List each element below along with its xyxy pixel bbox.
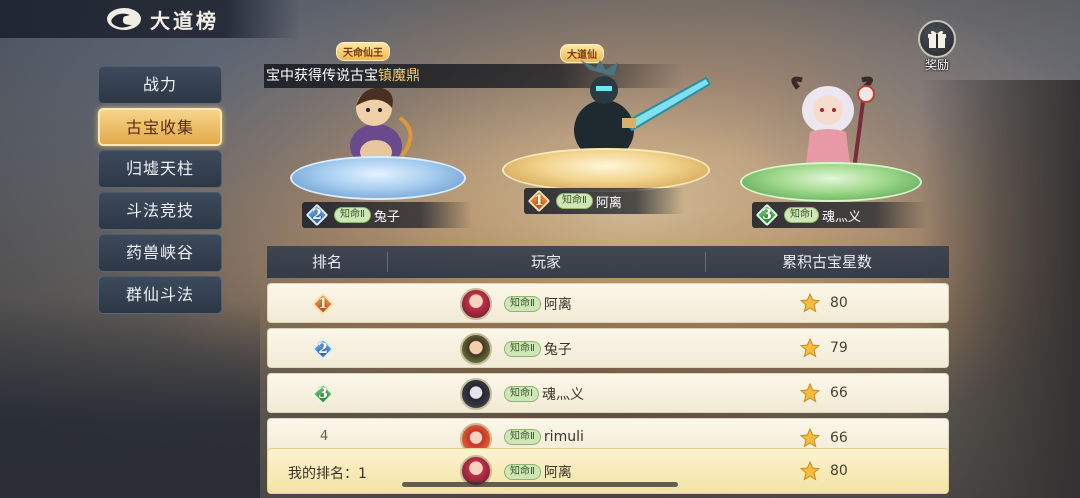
reward-button[interactable]: 奖励 [914,20,960,72]
sidebar-item-immortal-duel[interactable]: 群仙斗法 [98,276,222,314]
rank-badge: 2 [311,337,335,361]
player-name: 阿离 [543,465,572,481]
podium-first[interactable]: 大道仙 [500,10,712,200]
back-button[interactable] [104,5,144,33]
player-cell: 知命Ⅱ rimuli [504,429,584,445]
podium-nameplate-first: 1 知命Ⅱ 阿离 [524,188,684,214]
sidebar-item-treasure-collection[interactable]: 古宝收集 [98,108,222,146]
realm-tag: 知命Ⅱ [504,429,541,445]
avatar [460,378,492,410]
avatar [460,333,492,365]
star-icon [800,338,820,358]
table-row[interactable]: 1 知命Ⅱ 阿离 80 [267,283,949,323]
star-icon [800,383,820,403]
player-cell: 知命Ⅱ 兔子 [504,339,572,359]
player-cell: 知命Ⅱ 阿离 [504,294,572,314]
realm-tag: 知命Ⅱ [334,207,371,223]
player-name: 魂灬义 [821,209,861,225]
realm-tag: 知命Ⅱ [504,341,541,357]
sidebar-item-guixu-pillar[interactable]: 归墟天柱 [98,150,222,188]
ranking-table-header: 排名 玩家 累积古宝星数 [267,246,949,278]
my-rank-label: 我的排名：1 [288,466,367,482]
sidebar-item-duel-arena[interactable]: 斗法竞技 [98,192,222,230]
player-name: 兔子 [373,209,400,225]
podium-third[interactable] [738,70,924,210]
rank-number: 4 [320,429,329,444]
player-cell: 知命Ⅰ 魂灬义 [504,384,584,404]
page-title: 大道榜 [150,9,219,33]
realm-tag: 知命Ⅰ [784,207,819,223]
realm-tag: 知命Ⅰ [504,386,539,402]
player-name: 兔子 [543,342,572,358]
header-bar: 大道榜 [0,0,300,38]
podium-plate-first [502,148,710,192]
rank-badge: 3 [311,382,335,406]
realm-tag: 知命Ⅱ [556,193,593,209]
avatar [460,288,492,320]
my-rank-value: 1 [358,466,367,482]
podium-second[interactable]: 天命仙王 [288,28,468,228]
table-row[interactable]: 2 知命Ⅱ 兔子 79 [267,328,949,368]
rank-badge: 1 [311,292,335,316]
score-value: 79 [830,340,848,356]
player-cell: 知命Ⅱ 阿离 [504,462,572,482]
player-name: rimuli [543,429,584,445]
rank-badge-second: 2 [305,203,329,227]
header-rank: 排名 [311,253,342,271]
player-name: 阿离 [543,297,572,313]
sidebar: 战力 古宝收集 归墟天柱 斗法竞技 药兽峡谷 群仙斗法 [98,66,222,318]
star-icon [800,293,820,313]
my-rank-bar: 我的排名：1 知命Ⅱ 阿离 80 [267,448,949,494]
sidebar-item-power[interactable]: 战力 [98,66,222,104]
home-indicator[interactable] [402,482,678,487]
podium-plate-second [290,156,466,200]
header-score: 累积古宝星数 [781,253,872,271]
podium-nameplate-third: 3 知命Ⅰ 魂灬义 [752,202,928,228]
star-icon [800,461,820,481]
score-value: 66 [830,385,848,401]
realm-tag: 知命Ⅱ [504,296,541,312]
header-player: 玩家 [530,253,561,271]
gift-icon [918,20,956,58]
player-name: 魂灬义 [541,387,584,403]
rank-badge-third: 3 [755,203,779,227]
score-value: 66 [830,430,848,446]
player-name: 阿离 [595,195,622,211]
realm-tag: 知命Ⅱ [504,464,541,480]
background-rock-left [0,300,260,498]
star-icon [800,428,820,448]
table-row[interactable]: 3 知命Ⅰ 魂灬义 66 [267,373,949,413]
sidebar-item-beast-valley[interactable]: 药兽峡谷 [98,234,222,272]
score-value: 80 [830,295,848,311]
score-value: 80 [830,463,848,479]
back-swirl-icon [107,8,141,30]
podium-nameplate-second: 2 知命Ⅱ 兔子 [302,202,472,228]
podium-plate-third [740,162,922,202]
rank-badge-first: 1 [527,189,551,213]
title-badge-second: 天命仙王 [336,42,390,61]
